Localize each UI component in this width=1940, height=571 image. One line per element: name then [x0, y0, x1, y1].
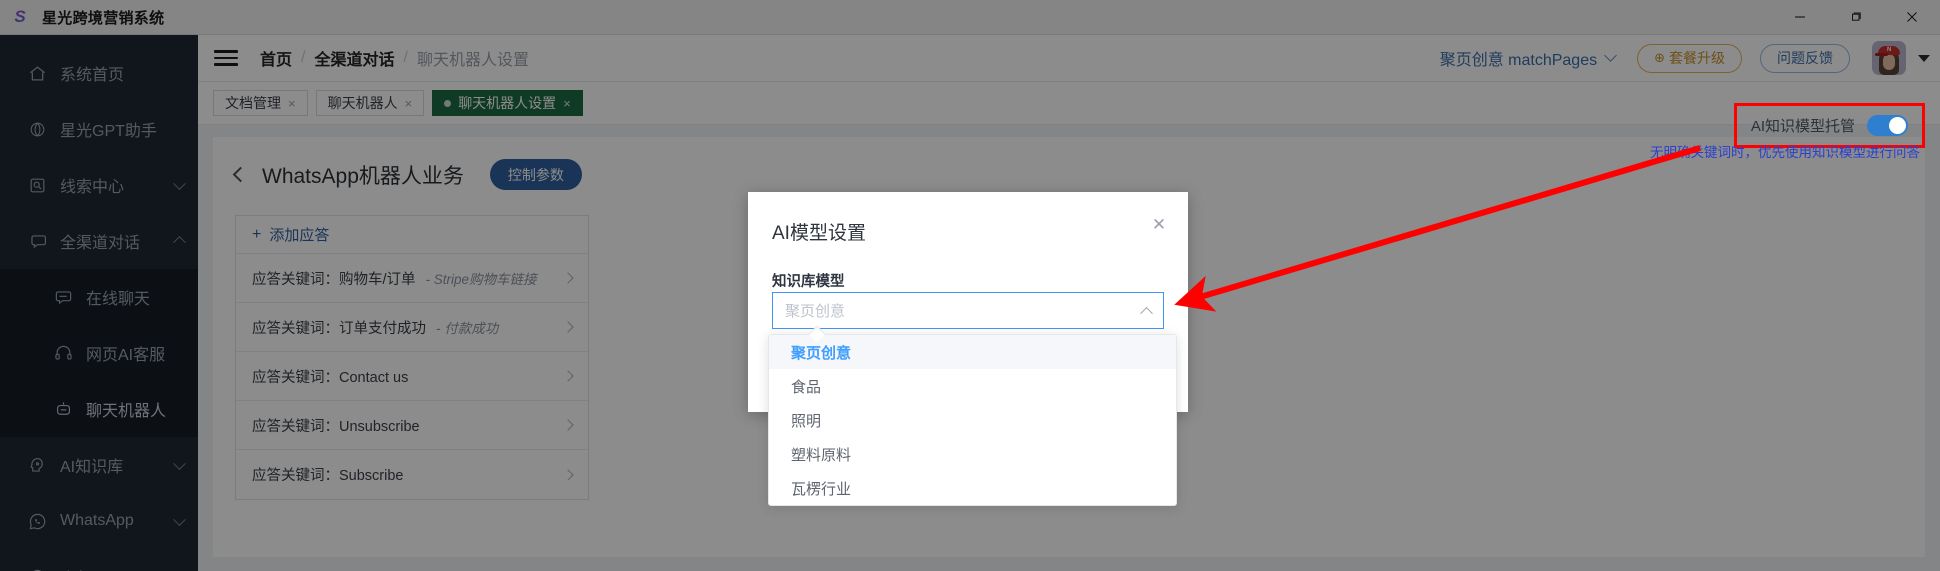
- knowledge-model-select[interactable]: 聚页创意: [772, 292, 1164, 329]
- dropdown-option[interactable]: 瓦楞行业: [769, 471, 1176, 505]
- knowledge-model-label: 知识库模型: [772, 274, 845, 290]
- ai-toggle-hint: 无明确关键词时，优先使用知识模型进行问答: [1650, 145, 1920, 160]
- close-icon[interactable]: ✕: [1148, 214, 1170, 236]
- toggle-knob: [1889, 117, 1906, 134]
- dropdown-option[interactable]: 塑料原料: [769, 437, 1176, 471]
- application-window: S 星光跨境营销系统 系统首页 星光GPT助手 线索中心 全渠道对话 在线聊天 …: [0, 0, 1940, 571]
- chevron-up-icon: [1140, 306, 1153, 320]
- ai-toggle-switch[interactable]: [1867, 115, 1908, 136]
- dialog-title: AI模型设置: [772, 223, 866, 244]
- knowledge-model-dropdown: 聚页创意 食品 照明 塑料原料 瓦楞行业: [768, 325, 1177, 506]
- select-placeholder: 聚页创意: [785, 303, 846, 320]
- dropdown-option[interactable]: 照明: [769, 403, 1176, 437]
- ai-toggle-label: AI知识模型托管: [1750, 118, 1855, 135]
- dropdown-option[interactable]: 聚页创意: [769, 335, 1176, 369]
- dropdown-option[interactable]: 食品: [769, 369, 1176, 403]
